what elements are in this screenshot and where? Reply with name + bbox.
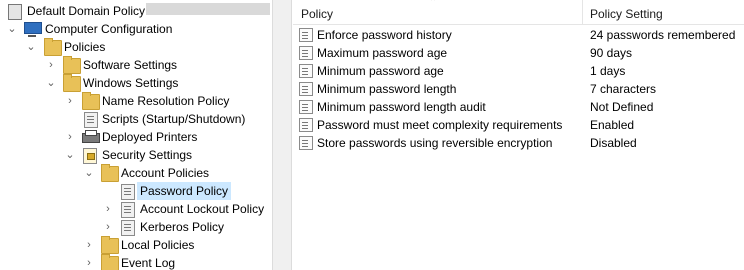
policy-name: Enforce password history xyxy=(317,28,452,42)
tree-item-label: Computer Configuration xyxy=(45,22,173,36)
pane-splitter[interactable] xyxy=(272,0,292,270)
policy-setting-icon xyxy=(299,64,313,78)
printer-icon xyxy=(82,130,100,143)
list-item[interactable]: Maximum password age 90 days xyxy=(293,44,744,62)
list-item[interactable]: Minimum password length audit Not Define… xyxy=(293,98,744,116)
tree-item-label: Security Settings xyxy=(102,148,193,162)
policy-value: 90 days xyxy=(590,46,633,60)
chevron-right-icon[interactable]: › xyxy=(102,218,114,236)
list-item[interactable]: Minimum password age 1 days xyxy=(293,62,744,80)
folder-icon xyxy=(63,74,81,92)
chevron-right-icon[interactable]: › xyxy=(83,254,95,270)
tree-item-label: Account Policies xyxy=(121,166,210,180)
policy-icon xyxy=(121,202,135,218)
tree-item-label: Windows Settings xyxy=(83,76,179,90)
folder-icon xyxy=(101,236,119,254)
folder-icon xyxy=(101,164,119,182)
policy-setting-icon xyxy=(299,136,313,150)
console-tree[interactable]: Default Domain Policy ⌄ Computer Configu… xyxy=(0,0,272,270)
policy-setting-icon xyxy=(299,28,313,42)
list-item[interactable]: Enforce password history 24 passwords re… xyxy=(293,26,744,44)
chevron-down-icon[interactable]: ⌄ xyxy=(83,164,95,182)
policy-name: Maximum password age xyxy=(317,46,448,60)
policy-value: Not Defined xyxy=(590,100,654,114)
chevron-right-icon[interactable]: › xyxy=(64,128,76,146)
policy-list[interactable]: ⌃ Policy Policy Setting Enforce password… xyxy=(293,0,744,270)
chevron-down-icon[interactable]: ⌄ xyxy=(25,38,37,56)
list-item[interactable]: Store passwords using reversible encrypt… xyxy=(293,134,744,152)
sort-ascending-icon: ⌃ xyxy=(429,0,438,8)
folder-icon xyxy=(101,254,119,270)
column-header-policy[interactable]: Policy xyxy=(301,0,333,24)
tree-item-label: Software Settings xyxy=(83,58,178,72)
list-item[interactable]: Password must meet complexity requiremen… xyxy=(293,116,744,134)
folder-icon xyxy=(44,38,62,56)
policy-name: Minimum password length xyxy=(317,82,457,96)
tree-item-label: Scripts (Startup/Shutdown) xyxy=(102,112,246,126)
gpo-icon xyxy=(8,4,22,20)
tree-item-label: Event Log xyxy=(121,256,176,270)
policy-icon xyxy=(121,184,135,200)
policy-name: Minimum password length audit xyxy=(317,100,486,114)
chevron-down-icon[interactable]: ⌄ xyxy=(64,146,76,164)
policy-setting-icon xyxy=(299,100,313,114)
column-divider[interactable] xyxy=(582,0,583,24)
policy-value: 1 days xyxy=(590,64,626,78)
tree-root-label: Default Domain Policy xyxy=(27,4,146,18)
redacted-bar xyxy=(146,3,270,15)
tree-item-label: Name Resolution Policy xyxy=(102,94,230,108)
policy-value: Enabled xyxy=(590,118,635,132)
chevron-down-icon[interactable]: ⌄ xyxy=(45,74,57,92)
tree-item-label: Policies xyxy=(64,40,106,54)
folder-icon xyxy=(82,92,100,110)
column-header-policy-setting[interactable]: Policy Setting xyxy=(590,0,663,24)
policy-setting-icon xyxy=(299,118,313,132)
script-icon xyxy=(84,112,98,128)
chevron-right-icon[interactable]: › xyxy=(45,56,57,74)
security-icon xyxy=(83,148,97,164)
tree-item-label: Kerberos Policy xyxy=(140,220,225,234)
policy-name: Password must meet complexity requiremen… xyxy=(317,118,563,132)
chevron-right-icon[interactable]: › xyxy=(64,92,76,110)
tree-item-label: Deployed Printers xyxy=(102,130,198,144)
policy-value: 24 passwords remembered xyxy=(590,28,736,42)
policy-value: 7 characters xyxy=(590,82,657,96)
computer-icon xyxy=(24,22,42,37)
chevron-right-icon[interactable]: › xyxy=(83,236,95,254)
policy-name: Store passwords using reversible encrypt… xyxy=(317,136,553,150)
policy-icon xyxy=(121,220,135,236)
chevron-down-icon[interactable]: ⌄ xyxy=(6,20,18,38)
list-item[interactable]: Minimum password length 7 characters xyxy=(293,80,744,98)
policy-name: Minimum password age xyxy=(317,64,444,78)
policy-value: Disabled xyxy=(590,136,637,150)
policy-setting-icon xyxy=(299,82,313,96)
policy-setting-icon xyxy=(299,46,313,60)
list-header: ⌃ Policy Policy Setting xyxy=(293,0,744,25)
tree-item-label: Account Lockout Policy xyxy=(140,202,265,216)
tree-item-label: Password Policy xyxy=(137,182,232,200)
chevron-right-icon[interactable]: › xyxy=(102,200,114,218)
folder-icon xyxy=(63,56,81,74)
tree-item-label: Local Policies xyxy=(121,238,195,252)
